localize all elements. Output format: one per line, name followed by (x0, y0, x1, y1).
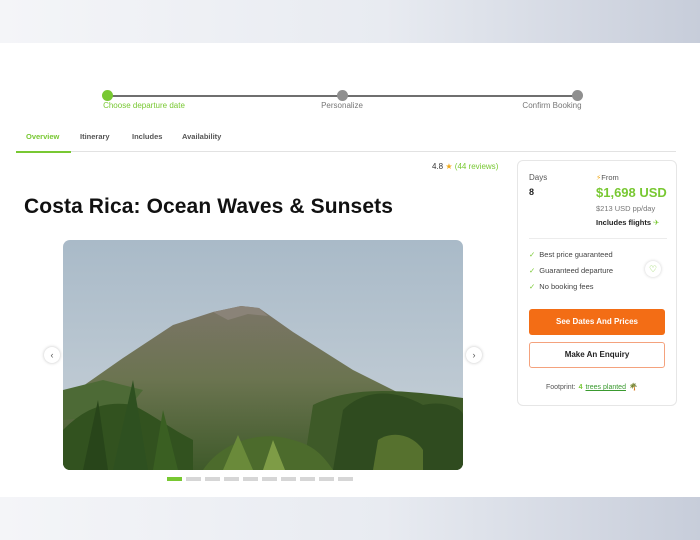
check-icon: ✓ (529, 266, 536, 275)
tab-availability[interactable]: Availability (182, 132, 221, 141)
chevron-left-icon: ‹ (50, 350, 54, 360)
card-divider (529, 238, 667, 239)
check-icon: ✓ (529, 282, 536, 291)
star-icon: ★ (445, 162, 453, 171)
step-label-personalize[interactable]: Personalize (321, 101, 363, 110)
trees-planted-link[interactable]: trees planted (585, 384, 625, 391)
carousel-dot[interactable] (243, 477, 258, 481)
carousel-dot[interactable] (262, 477, 277, 481)
price-per-day: $213 USD pp/day (596, 204, 656, 213)
carousel-dot[interactable] (186, 477, 201, 481)
feature-guaranteed-departure: ✓ Guaranteed departure (529, 266, 614, 275)
check-icon: ✓ (529, 250, 536, 259)
tour-page: Choose departure date Personalize Confir… (0, 43, 700, 497)
step-dot-confirm[interactable] (572, 90, 583, 101)
wishlist-button[interactable]: ♡ (645, 261, 661, 277)
carousel-dot[interactable] (205, 477, 220, 481)
see-dates-button[interactable]: See Dates And Prices (529, 309, 665, 335)
price-from-label: ⚡From (596, 173, 619, 182)
step-dot-personalize[interactable] (337, 90, 348, 101)
tour-photo (63, 240, 463, 470)
step-label-choose-date[interactable]: Choose departure date (103, 101, 185, 110)
step-label-confirm[interactable]: Confirm Booking (522, 101, 581, 110)
section-tabs: Overview Itinerary Includes Availability (16, 125, 676, 153)
days-label: Days (529, 173, 548, 182)
plane-icon: ✈ (653, 218, 660, 227)
carousel-dot[interactable] (281, 477, 296, 481)
carousel-next-button[interactable]: › (466, 347, 482, 363)
reviews-count[interactable]: 44 reviews (457, 162, 495, 171)
volcano-landscape-image (63, 240, 463, 470)
rating-summary: 4.8 ★ (44 reviews) (432, 162, 498, 171)
days-value: 8 (529, 187, 535, 197)
make-enquiry-button[interactable]: Make An Enquiry (529, 342, 665, 368)
page-title: Costa Rica: Ocean Waves & Sunsets (24, 195, 393, 218)
carousel-dot[interactable] (319, 477, 334, 481)
booking-card: Days 8 ⚡From $1,698 USD $213 USD pp/day … (517, 160, 677, 406)
footprint-label: Footprint: (546, 384, 576, 391)
heart-icon: ♡ (648, 264, 658, 274)
carousel-dot[interactable] (300, 477, 315, 481)
reviews-link[interactable]: (44 reviews) (455, 162, 499, 171)
tree-icon: 🌴 (628, 384, 638, 391)
carousel-dot[interactable] (224, 477, 239, 481)
step-dot-choose-date[interactable] (102, 90, 113, 101)
carousel-prev-button[interactable]: ‹ (44, 347, 60, 363)
includes-flights: Includes flights ✈ (596, 218, 660, 227)
trees-count: 4 (578, 384, 583, 391)
rating-score: 4.8 (432, 162, 444, 171)
carousel-dot[interactable] (167, 477, 182, 481)
tab-includes[interactable]: Includes (132, 132, 162, 141)
active-tab-indicator (16, 151, 71, 153)
carousel-dot[interactable] (338, 477, 353, 481)
price-value: $1,698 USD (596, 185, 667, 200)
chevron-right-icon: › (472, 350, 476, 360)
footprint-info: Footprint: 4 trees planted 🌴 (546, 383, 638, 391)
tab-itinerary[interactable]: Itinerary (80, 132, 110, 141)
feature-no-fees: ✓ No booking fees (529, 282, 594, 291)
feature-best-price: ✓ Best price guaranteed (529, 250, 613, 259)
tab-overview[interactable]: Overview (26, 132, 59, 141)
